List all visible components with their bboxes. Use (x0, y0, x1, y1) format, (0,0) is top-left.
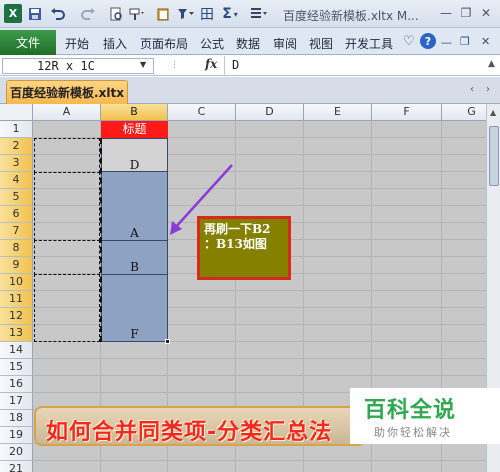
row-header-13[interactable]: 13 (0, 325, 33, 342)
gridline (33, 358, 486, 359)
restore-icon[interactable]: ❐ (458, 5, 474, 21)
close-icon[interactable]: ✕ (478, 5, 494, 21)
watermark-sub-text: 助你轻松解决 (374, 426, 452, 439)
row-header-11[interactable]: 11 (0, 291, 33, 308)
cell-b13-value: F (130, 327, 139, 341)
formula-bar-grip-icon: ⋮ (170, 60, 179, 70)
tab-home[interactable]: 开始 (65, 35, 89, 52)
sigma-glyph: Σ (222, 6, 232, 22)
scroll-thumb[interactable] (489, 126, 499, 186)
insert-function-button[interactable]: fx (205, 57, 217, 71)
select-all-corner[interactable] (0, 104, 33, 121)
ribbon-minimize-icon[interactable]: — (441, 36, 452, 49)
workbook-tab-strip: 百度经验新模板.xltx ‹ › (0, 77, 500, 104)
paste-icon[interactable] (155, 5, 171, 23)
title-bar: X 田 Σ ▾ 百度经验新模板.xltx M... — ❐ ✕ (0, 0, 500, 28)
row-header-5[interactable]: 5 (0, 189, 33, 206)
tab-review[interactable]: 审阅 (273, 35, 297, 52)
fill-handle[interactable] (165, 339, 170, 344)
ribbon-tab-bar: 文件 开始 插入 页面布局 公式 数据 审阅 视图 开发工具 ♡ ? — ❐ ✕ (0, 28, 500, 55)
row-header-18[interactable]: 18 (0, 410, 33, 427)
help-icon[interactable]: ? (420, 33, 436, 49)
copy-marquee (34, 274, 100, 342)
scroll-up-icon[interactable]: ▲ (490, 108, 496, 117)
name-box-dropdown-icon[interactable]: ▼ (140, 60, 146, 69)
row-header-20[interactable]: 20 (0, 444, 33, 461)
print-preview-icon[interactable] (108, 5, 124, 23)
row-header-12[interactable]: 12 (0, 308, 33, 325)
row-header-14[interactable]: 14 (0, 342, 33, 359)
formula-divider (224, 56, 225, 76)
undo-icon[interactable] (47, 5, 69, 23)
row-header-21[interactable]: 21 (0, 461, 33, 472)
ribbon-restore-icon[interactable]: ❐ (460, 35, 470, 48)
tab-page-layout[interactable]: 页面布局 (140, 35, 188, 52)
tab-file[interactable]: 文件 (0, 30, 56, 55)
minimize-icon[interactable]: — (438, 5, 454, 21)
row-header-10[interactable]: 10 (0, 274, 33, 291)
tab-developer[interactable]: 开发工具 (345, 35, 393, 52)
cell-b1-title[interactable]: 标题 (101, 121, 168, 138)
merge-border (101, 240, 168, 241)
cell-b7-value: A (130, 226, 139, 240)
cell-b9-value: B (130, 260, 139, 274)
copy-marquee (34, 172, 100, 241)
excel-app-icon[interactable]: X (4, 4, 22, 23)
name-box[interactable]: 12R x 1C (2, 58, 154, 74)
row-header-19[interactable]: 19 (0, 427, 33, 444)
tab-scroll-right-icon[interactable]: › (486, 84, 490, 95)
banner-text: 如何合并同类项-分类汇总法 (46, 420, 333, 445)
column-header-f[interactable]: F (372, 104, 442, 121)
column-header-c[interactable]: C (168, 104, 236, 121)
borders-icon[interactable]: 田 (200, 5, 214, 23)
row-header-4[interactable]: 4 (0, 172, 33, 189)
tab-view[interactable]: 视图 (309, 35, 333, 52)
copy-marquee (99, 138, 102, 342)
align-icon[interactable] (248, 5, 270, 23)
heart-icon[interactable]: ♡ (403, 34, 415, 49)
row-header-15[interactable]: 15 (0, 359, 33, 376)
row-header-9[interactable]: 9 (0, 257, 33, 274)
row-header-2[interactable]: 2 (0, 138, 33, 155)
tab-insert[interactable]: 插入 (103, 35, 127, 52)
save-icon[interactable] (27, 5, 43, 23)
tab-scroll-left-icon[interactable]: ‹ (470, 84, 474, 95)
row-header-3[interactable]: 3 (0, 155, 33, 172)
formula-expand-icon[interactable]: ▲ (488, 59, 495, 69)
format-painter-icon[interactable] (127, 5, 147, 23)
gridline (33, 460, 486, 461)
column-header-e[interactable]: E (304, 104, 372, 121)
row-header-8[interactable]: 8 (0, 240, 33, 257)
row-header-16[interactable]: 16 (0, 376, 33, 393)
column-header-a[interactable]: A (33, 104, 101, 121)
workbook-tab[interactable]: 百度经验新模板.xltx (6, 80, 128, 104)
formula-input[interactable]: D (232, 58, 239, 72)
autosum-icon[interactable]: Σ ▾ (219, 5, 241, 23)
instruction-callout: 再刷一下B2 ：B13如图 (197, 216, 291, 280)
baike-watermark: 百科全说 助你轻松解决 (350, 388, 500, 444)
tab-formulas[interactable]: 公式 (200, 35, 224, 52)
copy-marquee (34, 138, 100, 173)
title-banner: 如何合并同类项-分类汇总法 (34, 406, 366, 446)
callout-line-1: 再刷一下B2 (204, 222, 271, 236)
column-header-b[interactable]: B (101, 104, 168, 121)
row-header-17[interactable]: 17 (0, 393, 33, 410)
callout-line-2: ：B13如图 (204, 237, 267, 251)
window-title: 百度经验新模板.xltx M... (283, 9, 419, 23)
copy-marquee (34, 240, 100, 275)
column-header-g[interactable]: G (442, 104, 486, 121)
ribbon-close-icon[interactable]: ✕ (481, 35, 490, 48)
row-header-6[interactable]: 6 (0, 206, 33, 223)
tab-data[interactable]: 数据 (236, 35, 260, 52)
column-header-d[interactable]: D (236, 104, 304, 121)
gridline (33, 375, 486, 376)
row-header-7[interactable]: 7 (0, 223, 33, 240)
watermark-main-text: 百科全说 (364, 398, 457, 423)
merge-border (101, 274, 168, 275)
redo-icon[interactable] (77, 5, 99, 23)
row-header-1[interactable]: 1 (0, 121, 33, 138)
cell-b3-value: D (129, 158, 140, 172)
formula-bar: 12R x 1C ▼ ⋮ fx D ▲ (0, 56, 500, 76)
filter-icon[interactable] (176, 5, 196, 23)
